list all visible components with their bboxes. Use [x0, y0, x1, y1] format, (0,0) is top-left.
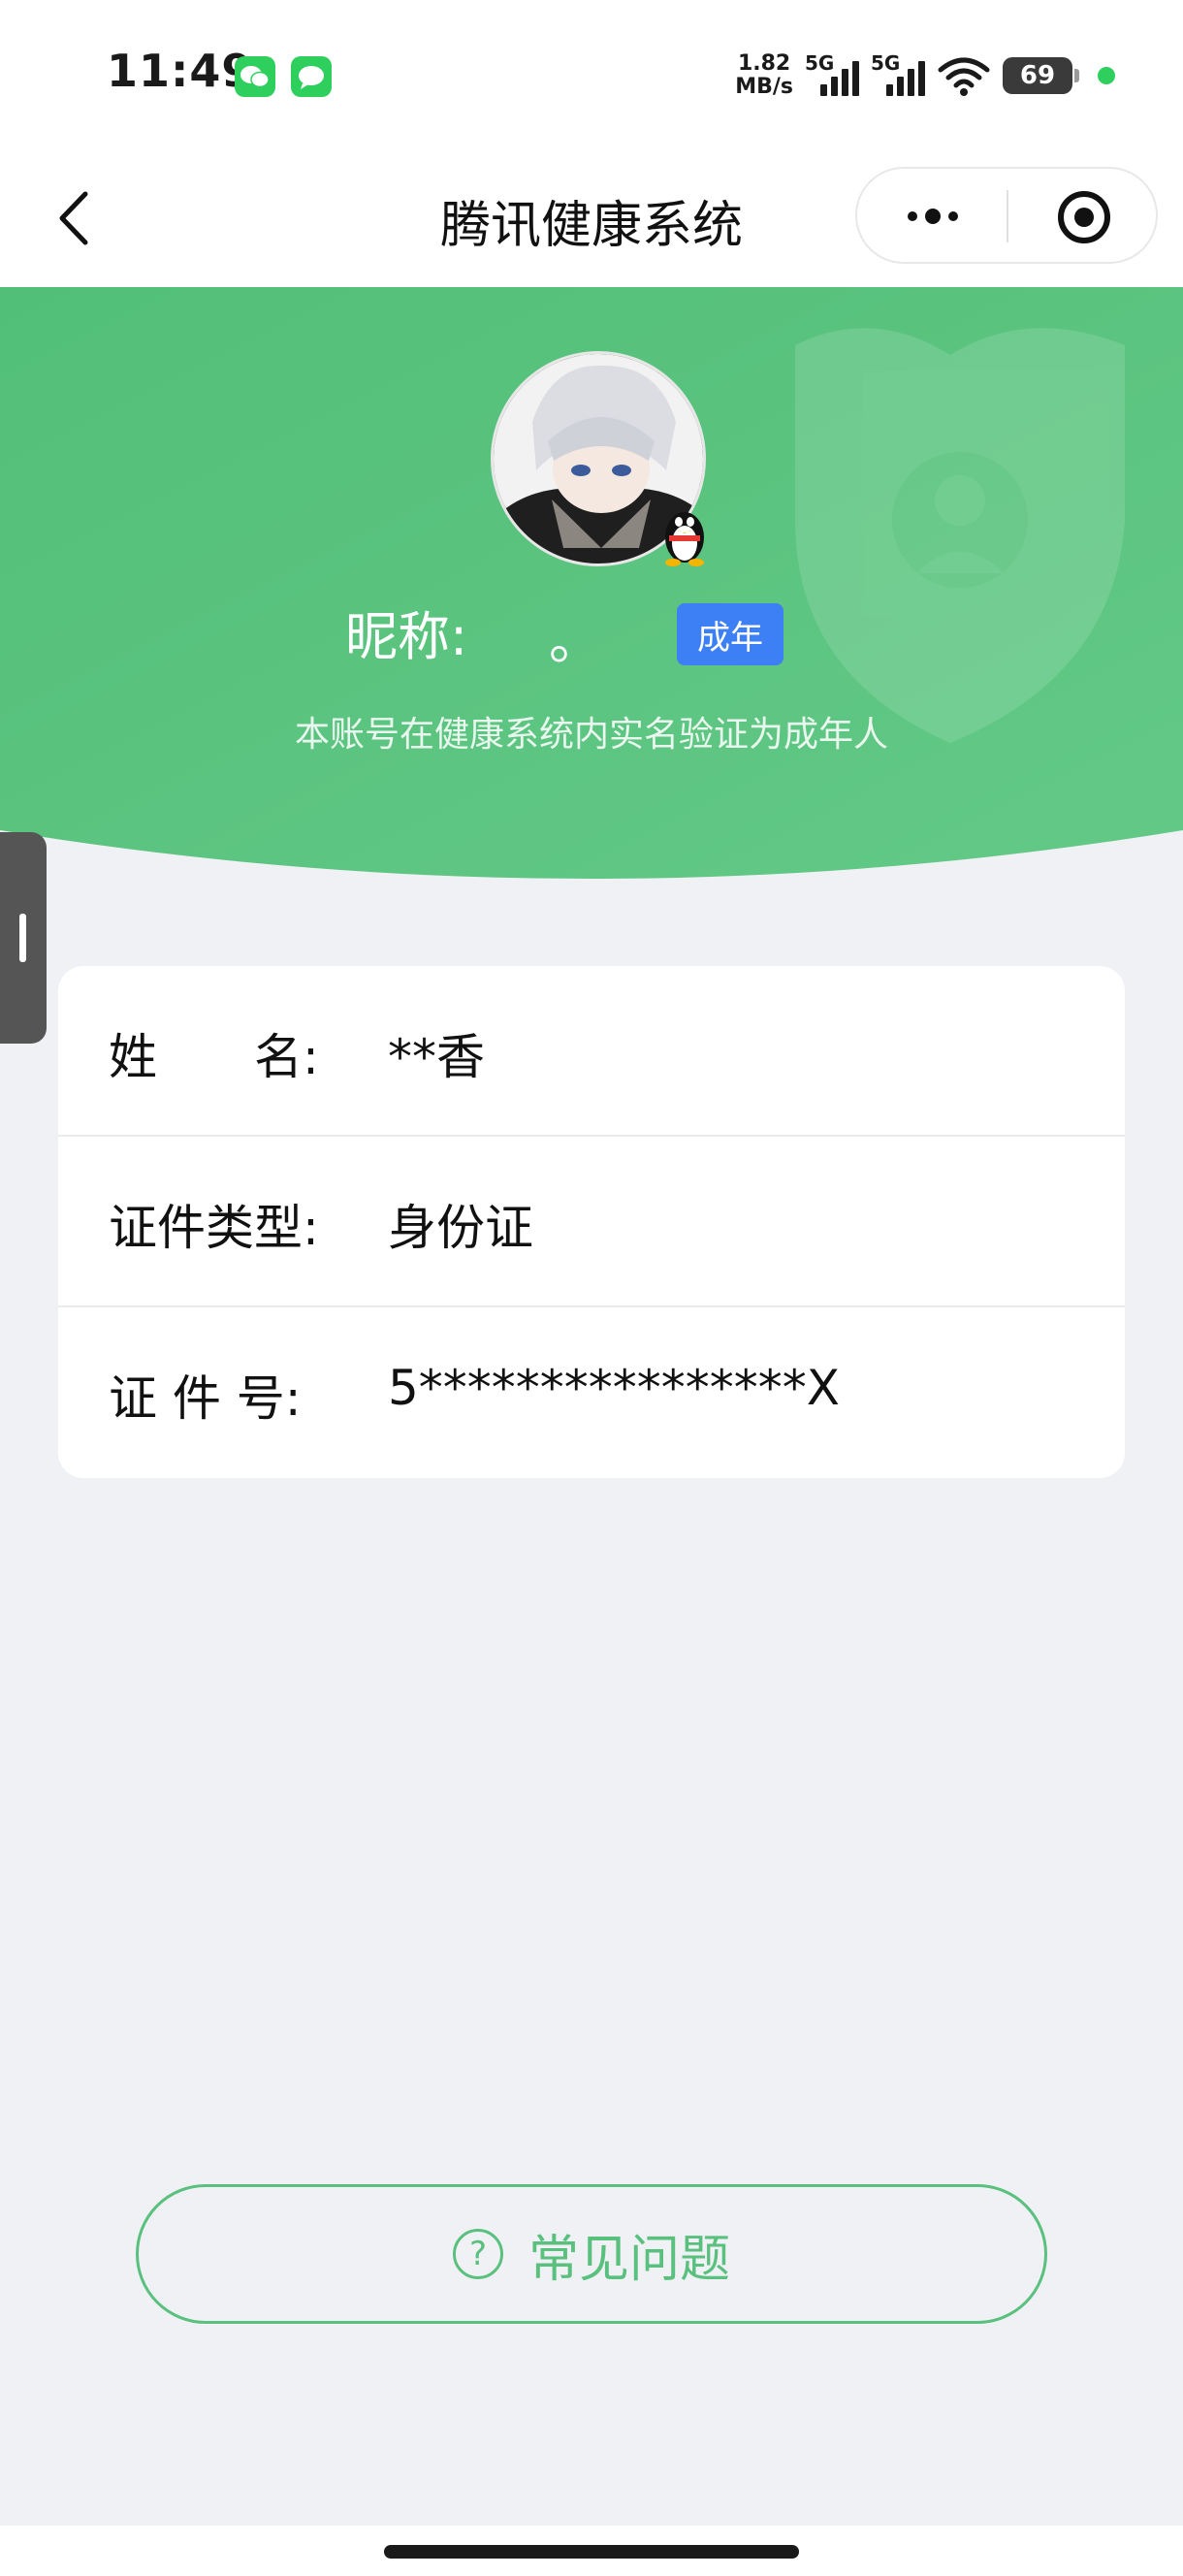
adult-status-badge: 成年: [677, 603, 783, 665]
status-bar: 11:49 1.82 MB/s 5G 5G 69: [0, 0, 1183, 155]
network-speed-value: 1.82: [737, 51, 791, 76]
info-row-name: 姓 名: **香: [58, 966, 1125, 1137]
identity-info-card: 姓 名: **香 证件类型: 身份证 证 件 号: 5*************…: [58, 966, 1125, 1478]
signal-icon: 5G: [805, 51, 859, 100]
wechat-icon: [235, 56, 275, 97]
info-row-id-type: 证件类型: 身份证: [58, 1137, 1125, 1307]
info-label: 姓 名:: [109, 1029, 319, 1085]
navigation-bar: 腾讯健康系统: [0, 155, 1183, 287]
info-row-id-number: 证 件 号: 5****************X: [58, 1307, 1125, 1478]
network-speed-unit: MB/s: [735, 75, 793, 99]
status-time: 11:49: [107, 45, 254, 97]
home-indicator[interactable]: [384, 2545, 799, 2559]
network-speed: 1.82 MB/s: [735, 52, 793, 99]
nickname-label: 昵称:: [345, 606, 468, 667]
side-drag-handle[interactable]: [0, 832, 47, 1044]
info-value: **香: [388, 1029, 485, 1085]
signal-icon: 5G: [871, 51, 925, 100]
faq-button[interactable]: ? 常见问题: [136, 2184, 1047, 2324]
battery-level: 69: [1019, 61, 1056, 90]
info-label: 证件类型:: [109, 1200, 319, 1256]
battery-icon: 69: [1003, 57, 1079, 94]
privacy-indicator-dot: [1098, 67, 1115, 84]
more-icon[interactable]: [896, 194, 970, 239]
info-value: 5****************X: [388, 1360, 841, 1416]
messages-icon: [291, 56, 332, 97]
info-value: 身份证: [388, 1200, 533, 1256]
close-mini-program-icon[interactable]: [1055, 188, 1113, 246]
question-icon: ?: [452, 2229, 503, 2279]
status-indicators: 1.82 MB/s 5G 5G 69: [735, 47, 1115, 105]
verification-description: 本账号在健康系统内实名验证为成年人: [294, 715, 888, 755]
mini-program-capsule: [855, 167, 1158, 264]
capsule-divider: [1007, 190, 1008, 242]
faq-label: 常见问题: [528, 2230, 730, 2289]
info-label: 证 件 号:: [109, 1370, 302, 1427]
qq-penguin-icon: [665, 512, 704, 566]
wifi-icon: [938, 57, 990, 96]
nickname-value: 。: [549, 610, 601, 671]
